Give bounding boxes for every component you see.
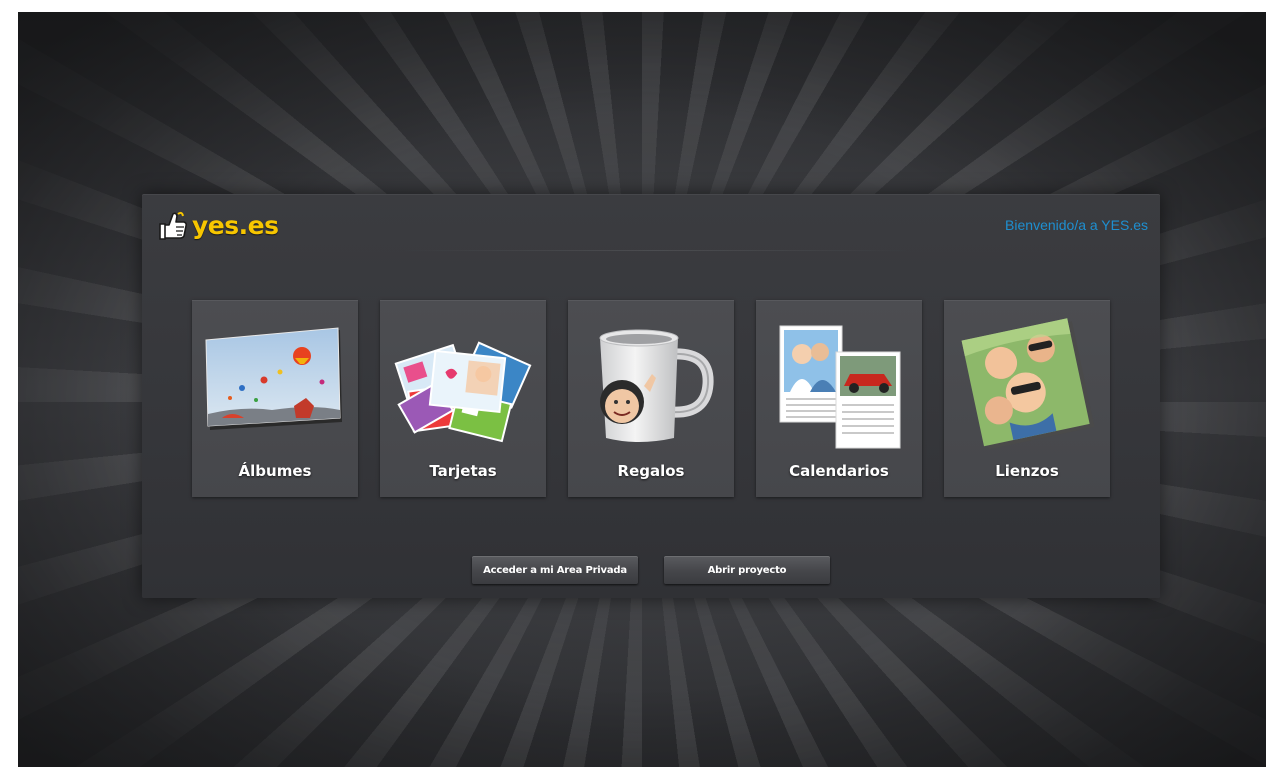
category-label: Regalos: [617, 462, 685, 480]
calendar-icon: [779, 325, 901, 449]
category-tile-regalos[interactable]: Regalos: [568, 300, 734, 497]
main-panel: yes.es Bienvenido/a a YES.es Álbumes Tar…: [142, 194, 1160, 598]
logo-text: yes.es: [192, 210, 279, 240]
category-tile-tarjetas[interactable]: Tarjetas: [380, 300, 546, 497]
welcome-text: Bienvenido/a a YES.es: [1005, 217, 1148, 233]
category-label: Calendarios: [789, 462, 889, 480]
photo-album-icon: [205, 327, 342, 430]
category-label: Lienzos: [995, 462, 1059, 480]
category-tile-albumes[interactable]: Álbumes: [192, 300, 358, 497]
app-screen: yes.es Bienvenido/a a YES.es Álbumes Tar…: [18, 12, 1266, 767]
logo[interactable]: yes.es: [156, 208, 279, 242]
private-area-button[interactable]: Acceder a mi Area Privada: [472, 556, 638, 584]
category-label: Tarjetas: [429, 462, 497, 480]
category-tile-calendarios[interactable]: Calendarios: [756, 300, 922, 497]
category-tile-lienzos[interactable]: Lienzos: [944, 300, 1110, 497]
thumbs-up-logo-icon: [159, 211, 188, 240]
mug-icon: [599, 329, 714, 442]
open-project-button[interactable]: Abrir proyecto: [664, 556, 830, 584]
greeting-cards-icon: [394, 341, 532, 443]
category-label: Álbumes: [238, 462, 312, 480]
header-divider: [398, 250, 912, 251]
canvas-icon: [961, 318, 1095, 450]
